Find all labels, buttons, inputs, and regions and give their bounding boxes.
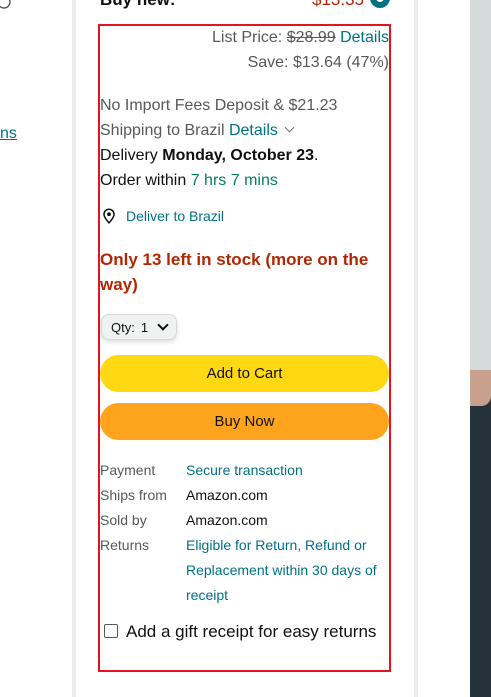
stock-status: Only 13 left in stock (more on the way) <box>100 250 369 294</box>
chevron-down-icon <box>157 319 169 331</box>
quantity-label: Qty: <box>111 320 135 335</box>
import-fees-label: No Import Fees Deposit & $21.23 Shipping… <box>100 97 338 139</box>
gift-receipt-checkbox[interactable] <box>104 624 118 638</box>
gift-receipt-label: Add a gift receipt for easy returns <box>126 622 377 641</box>
info-row-sold-by: Sold by Amazon.com <box>100 508 389 533</box>
order-within-prefix: Order within <box>100 172 187 189</box>
gift-receipt-option[interactable]: Add a gift receipt for easy returns <box>104 619 386 644</box>
secure-transaction-link[interactable]: Secure transaction <box>186 458 303 483</box>
info-row-payment: Payment Secure transaction <box>100 458 389 483</box>
quantity-value: 1 <box>140 320 149 335</box>
buy-new-label: Buy new: <box>100 0 176 10</box>
list-price: List Price: $28.99 Details <box>212 29 389 47</box>
right-gutter <box>418 0 470 697</box>
info-row-ships-from: Ships from Amazon.com <box>100 483 389 508</box>
buy-now-button[interactable]: Buy Now <box>100 403 389 440</box>
info-key: Returns <box>100 537 150 553</box>
delivery-date-value: Monday, October 23 <box>162 147 314 164</box>
buybox-panel: List Price: $28.99 Details Save: $13.64 … <box>98 24 391 672</box>
add-to-cart-button[interactable]: Add to Cart <box>100 355 389 392</box>
info-row-returns: Returns Eligible for Return, Refund or R… <box>100 533 389 608</box>
import-fees-text: No Import Fees Deposit & $21.23 Shipping… <box>100 93 385 143</box>
list-price-value: $28.99 <box>286 29 336 46</box>
delivery-suffix: . <box>313 147 319 164</box>
info-value: Amazon.com <box>186 512 268 528</box>
list-price-label: List Price: <box>212 29 283 46</box>
right-content-peek <box>470 0 491 697</box>
product-image-peek <box>470 370 491 697</box>
buy-new-header[interactable]: Buy new: $13.35 <box>100 0 392 14</box>
info-key: Sold by <box>100 512 147 528</box>
info-value: Amazon.com <box>186 487 268 503</box>
left-column-peek: ns <box>0 0 72 697</box>
delivery-prefix: Delivery <box>100 147 158 164</box>
info-key: Payment <box>100 462 156 478</box>
column-divider-left <box>72 0 76 697</box>
circle-icon <box>0 0 11 9</box>
info-key: Ships from <box>100 487 167 503</box>
deliver-to-link[interactable]: Deliver to Brazil <box>102 208 224 224</box>
purchase-info-table: Payment Secure transaction Ships from Am… <box>100 458 389 608</box>
savings-text: Save: $13.64 (47%) <box>247 54 389 71</box>
buy-new-price: $13.35 <box>312 0 364 10</box>
chevron-down-icon[interactable] <box>284 122 295 133</box>
quantity-dropdown[interactable]: Qty: 1 <box>101 314 177 340</box>
left-column-link-fragment[interactable]: ns <box>0 125 17 143</box>
shipping-details-link[interactable]: Details <box>229 122 278 139</box>
delivery-date: Delivery Monday, October 23. <box>100 143 318 168</box>
buy-new-radio[interactable] <box>370 0 390 8</box>
returns-policy-link[interactable]: Eligible for Return, Refund or Replaceme… <box>186 533 389 608</box>
deliver-to-label: Deliver to Brazil <box>126 208 225 224</box>
location-pin-icon <box>103 208 115 224</box>
order-within: Order within 7 hrs 7 mins <box>100 168 278 193</box>
list-price-details-link[interactable]: Details <box>340 29 389 46</box>
order-countdown: 7 hrs 7 mins <box>190 172 278 189</box>
